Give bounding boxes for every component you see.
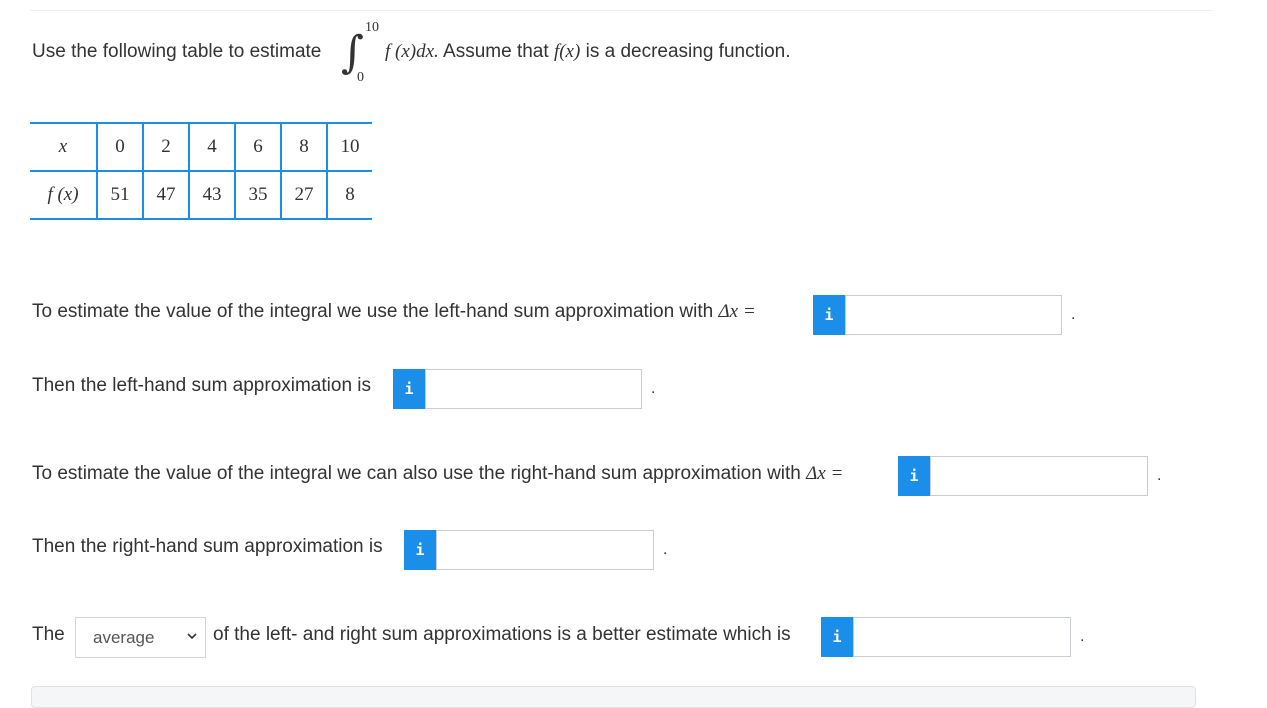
- integrand: f (x)dx.: [385, 41, 439, 62]
- average-prompt: of the left- and right sum approximation…: [213, 624, 791, 645]
- assumption-function: f(x): [553, 41, 581, 62]
- info-button[interactable]: i: [898, 456, 930, 496]
- right-dx-text: To estimate the value of the integral we…: [32, 463, 801, 484]
- question-rest: f (x)dx. Assume that f(x) is a decreasin…: [385, 40, 791, 64]
- info-button[interactable]: i: [393, 369, 425, 409]
- fx-cell: 47: [142, 171, 189, 219]
- x-cell: 2: [142, 123, 189, 171]
- integral-upper-limit: 10: [365, 20, 379, 35]
- chevron-down-icon: [187, 633, 197, 640]
- the-label: The: [32, 624, 65, 645]
- top-divider: [30, 10, 1213, 11]
- question-intro: Use the following table to estimate: [32, 41, 322, 62]
- left-dx-text: To estimate the value of the integral we…: [32, 301, 714, 322]
- period: .: [651, 380, 656, 397]
- x-cell: 6: [234, 123, 281, 171]
- right-dx-prompt: To estimate the value of the integral we…: [32, 462, 843, 486]
- left-dx-prompt: To estimate the value of the integral we…: [32, 300, 756, 324]
- estimate-type-select[interactable]: average: [75, 617, 206, 658]
- left-dx-input[interactable]: [845, 295, 1062, 335]
- fx-cell: 27: [280, 171, 327, 219]
- x-cell: 8: [280, 123, 327, 171]
- period: .: [663, 541, 668, 558]
- x-cell: 0: [96, 123, 143, 171]
- right-sum-input[interactable]: [436, 530, 654, 570]
- table-row-fx: f (x) 51 47 43 35 27 8: [30, 171, 372, 219]
- assumption-prefix: Assume that: [443, 41, 549, 62]
- values-table: x 0 2 4 6 8 10 f (x) 51 47 43 35 27 8: [30, 122, 372, 220]
- delta-x-label: Δx =: [718, 301, 756, 322]
- info-button[interactable]: i: [821, 617, 853, 657]
- bottom-panel: [31, 686, 1196, 708]
- period: .: [1071, 306, 1076, 323]
- left-sum-input[interactable]: [425, 369, 642, 409]
- info-button[interactable]: i: [813, 295, 845, 335]
- left-sum-prompt: Then the left-hand sum approximation is: [32, 375, 372, 396]
- period: .: [1080, 628, 1085, 645]
- fx-cell: 8: [326, 171, 372, 219]
- integral-lower-limit: 0: [357, 70, 364, 85]
- fx-cell: 35: [234, 171, 281, 219]
- estimate-input[interactable]: [853, 617, 1071, 657]
- x-header: x: [58, 136, 68, 157]
- delta-x-label: Δx =: [806, 463, 844, 484]
- right-dx-input[interactable]: [930, 456, 1148, 496]
- fx-header: f (x): [47, 184, 79, 205]
- x-cell: 10: [326, 123, 372, 171]
- table-row-x: x 0 2 4 6 8 10: [30, 123, 372, 171]
- info-button[interactable]: i: [404, 530, 436, 570]
- select-value: average: [93, 628, 155, 647]
- integral-expression: ∫ 10 0: [339, 20, 379, 86]
- x-cell: 4: [188, 123, 235, 171]
- fx-cell: 51: [96, 171, 143, 219]
- assumption-suffix: is a decreasing function.: [585, 41, 791, 62]
- right-sum-prompt: Then the right-hand sum approximation is: [32, 536, 383, 557]
- period: .: [1157, 467, 1162, 484]
- fx-cell: 43: [188, 171, 235, 219]
